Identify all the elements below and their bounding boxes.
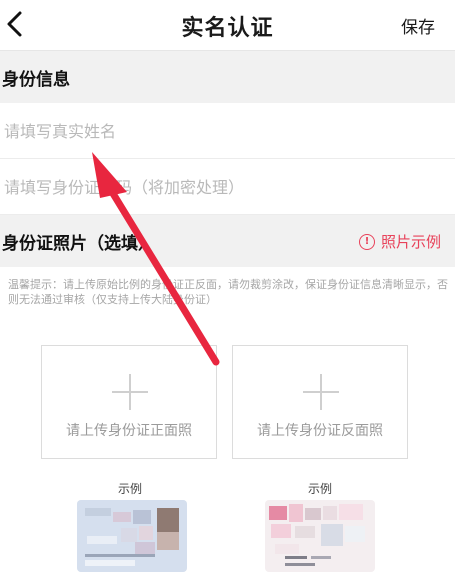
photo-section-title: 身份证照片（选填）	[2, 234, 155, 254]
warning-circle-icon: !	[358, 233, 375, 250]
back-example-label: 示例	[307, 482, 332, 496]
photo-sample-label: 照片示例	[380, 233, 441, 251]
page-title: 实名认证	[181, 16, 274, 41]
back-id-upload[interactable]: 请上传身份证反面照	[232, 345, 408, 459]
identity-section-title: 身份信息	[2, 70, 70, 90]
front-example-label: 示例	[117, 482, 142, 496]
id-number-row	[0, 159, 455, 215]
notice-text: 温馨提示：请上传原始比例的身份证正反面，请勿裁剪涂改，保证身份证信息清晰显示，否…	[8, 278, 448, 306]
id-number-input[interactable]	[2, 171, 446, 203]
real-name-input[interactable]	[2, 115, 446, 147]
identity-section-header: 身份信息	[0, 51, 455, 103]
front-id-upload[interactable]: 请上传身份证正面照	[41, 345, 217, 459]
name-row	[0, 103, 455, 159]
top-bar: 实名认证 保存	[0, 0, 455, 51]
back-upload-label: 请上传身份证反面照	[257, 423, 383, 439]
photo-sample-link[interactable]: ! 照片示例	[358, 231, 441, 252]
plus-icon	[112, 374, 148, 410]
front-upload-label: 请上传身份证正面照	[66, 423, 192, 439]
plus-icon	[303, 374, 339, 410]
save-button[interactable]: 保存	[401, 13, 435, 38]
front-id-example-image	[77, 500, 187, 572]
photo-section-header: 身份证照片（选填） ! 照片示例	[0, 215, 455, 267]
back-id-example-image	[265, 500, 375, 572]
